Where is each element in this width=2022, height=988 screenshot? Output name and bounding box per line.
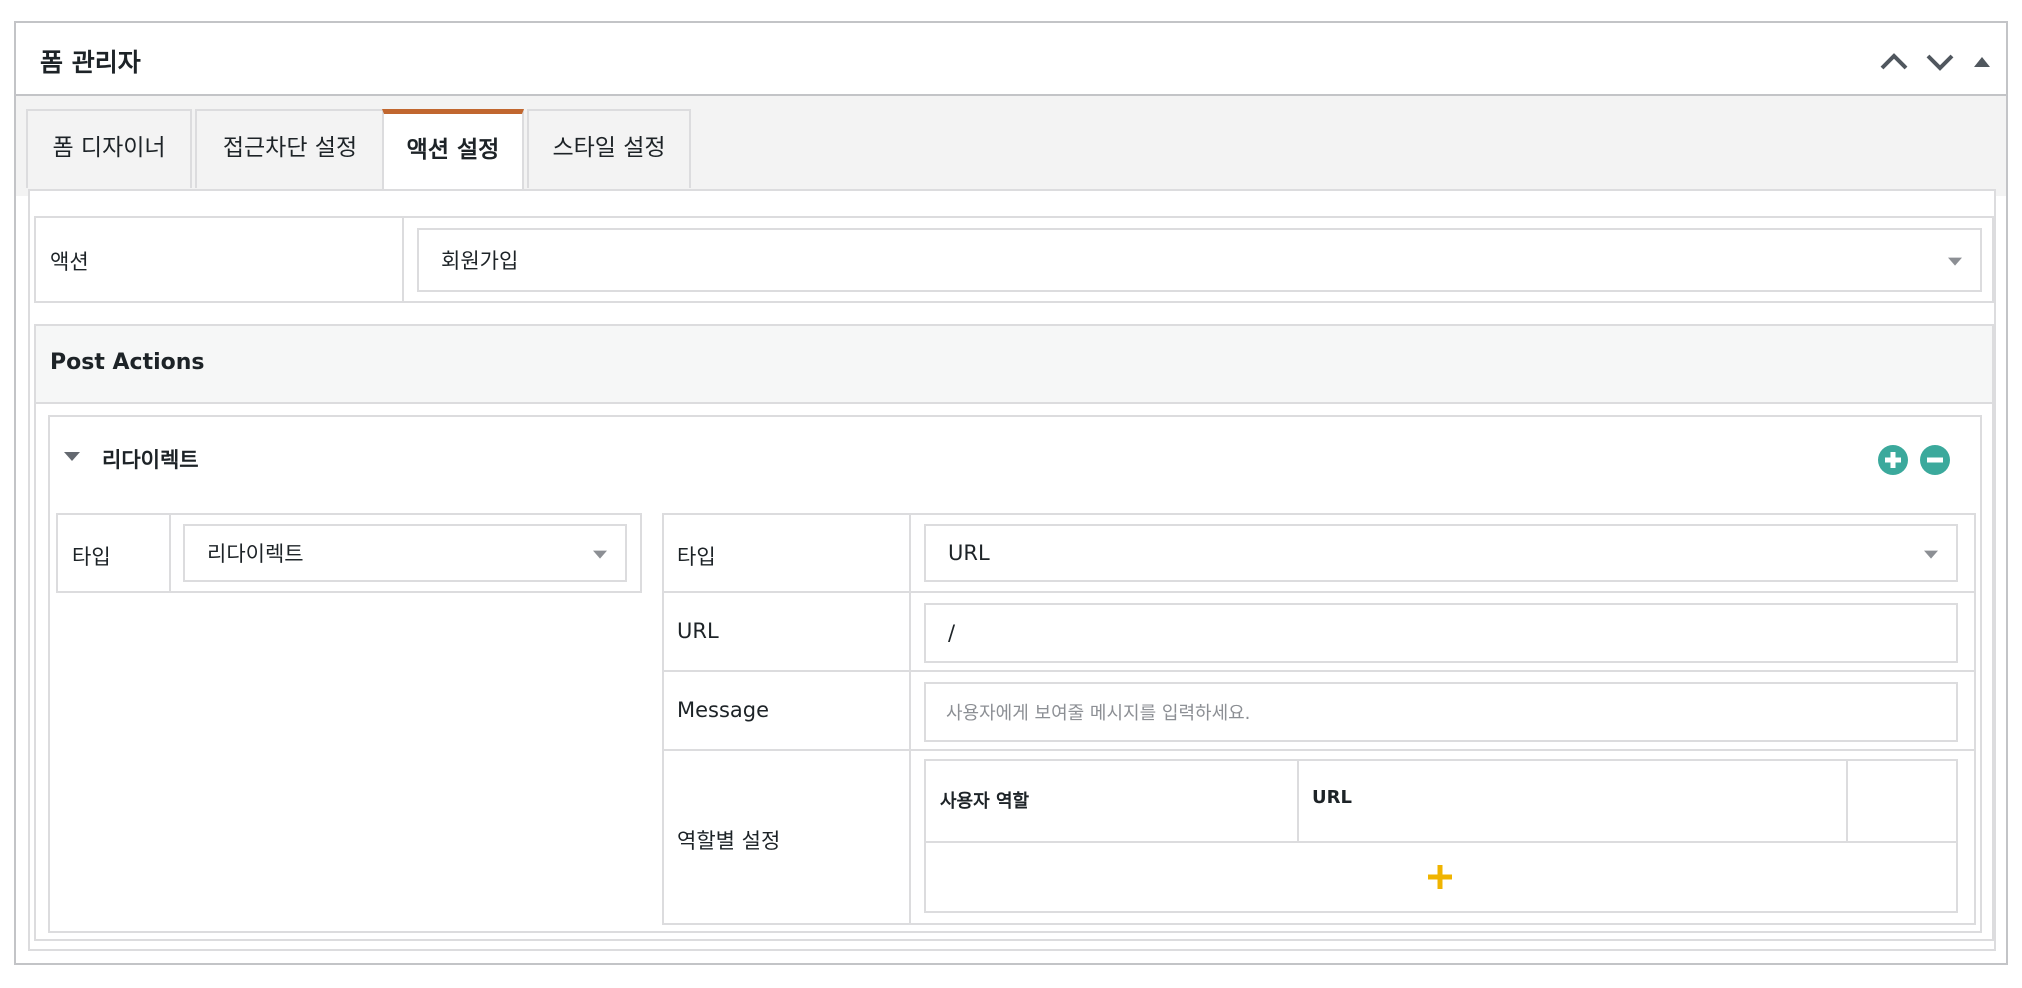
divider [926,841,1956,843]
divider [1297,761,1299,843]
action-row: 액션 회원가입 [34,216,1994,303]
role-url-table: 사용자 역할 URL [924,759,1958,913]
caret-down-icon [1924,550,1938,559]
url-column-header: URL [1312,787,1352,808]
post-actions-title: Post Actions [50,350,205,375]
settings-type-label: 타입 [677,545,716,569]
divider [1846,761,1848,843]
form-manager-panel: 폼 관리자 폼 디자이너 접근차단 설정 액션 설정 스타일 설정 액션 회원가… [14,21,2008,965]
post-actions-box: Post Actions 리다이렉트 타입 리다이렉트 타입 URL URL /… [34,324,1994,941]
url-label: URL [677,619,719,643]
divider [169,515,171,591]
tab-content: 액션 회원가입 Post Actions 리다이렉트 타입 리다이렉트 타입 U… [28,189,1996,951]
type-label: 타입 [72,545,111,569]
action-select[interactable]: 회원가입 [417,228,1982,292]
url-input-value: / [948,621,956,645]
message-label: Message [677,698,770,722]
role-settings-label: 역할별 설정 [677,829,781,853]
redirect-settings-table: 타입 URL URL / Message 사용자에게 보여줄 메시지를 입력하세… [662,513,1976,925]
chevron-down-icon[interactable] [1922,47,1958,77]
tab-access-block-settings[interactable]: 접근차단 설정 [195,109,385,188]
remove-circle-icon[interactable] [1920,445,1950,475]
tab-action-settings[interactable]: 액션 설정 [382,109,524,190]
action-select-value: 회원가입 [441,249,519,273]
divider [402,218,404,301]
collapse-toggle-icon[interactable] [64,452,80,461]
add-role-plus-icon[interactable] [1428,865,1452,889]
divider [664,749,1974,751]
tab-bar: 폼 디자이너 접근차단 설정 액션 설정 스타일 설정 [16,96,2006,196]
post-actions-header: Post Actions [36,326,1992,404]
caret-down-icon [1948,257,1962,266]
redirect-type-row: 타입 리다이렉트 [56,513,642,593]
add-circle-icon[interactable] [1878,445,1908,475]
redirect-action-box: 리다이렉트 타입 리다이렉트 타입 URL URL / Message 사용자에… [48,415,1982,933]
settings-type-select[interactable]: URL [924,524,1958,582]
divider [664,591,1974,593]
chevron-up-icon[interactable] [1876,47,1912,77]
tab-form-designer[interactable]: 폼 디자이너 [26,109,192,188]
divider [664,670,1974,672]
role-column-header: 사용자 역할 [940,791,1030,812]
settings-type-select-value: URL [948,541,990,565]
message-input-placeholder: 사용자에게 보여줄 메시지를 입력하세요. [946,703,1251,724]
redirect-type-select[interactable]: 리다이렉트 [183,524,627,582]
tab-style-settings[interactable]: 스타일 설정 [527,109,691,188]
divider [909,515,911,923]
panel-title: 폼 관리자 [40,48,141,77]
message-input[interactable]: 사용자에게 보여줄 메시지를 입력하세요. [924,682,1958,742]
triangle-up-icon[interactable] [1968,47,1996,77]
action-label: 액션 [50,250,89,274]
caret-down-icon [593,550,607,559]
redirect-title: 리다이렉트 [102,448,199,472]
url-input[interactable]: / [924,603,1958,663]
redirect-type-select-value: 리다이렉트 [207,542,304,566]
panel-header: 폼 관리자 [16,23,2006,96]
